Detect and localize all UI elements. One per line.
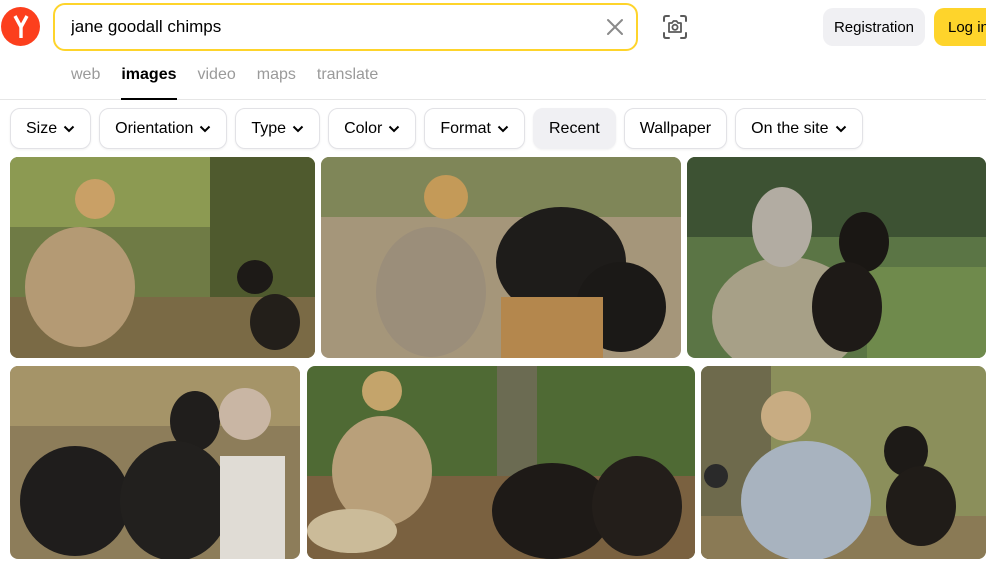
tab-translate[interactable]: translate: [317, 60, 378, 100]
image-result[interactable]: [687, 157, 986, 358]
chevron-down-icon: [835, 125, 846, 132]
chevron-down-icon: [200, 125, 211, 132]
filter-label: On the site: [751, 119, 829, 137]
image-result[interactable]: [307, 366, 695, 559]
tab-maps[interactable]: maps: [257, 60, 296, 100]
registration-button[interactable]: Registration: [823, 8, 925, 46]
header: Registration Log in web images video map…: [0, 0, 986, 100]
filter-label: Size: [26, 119, 58, 137]
chevron-down-icon: [389, 125, 400, 132]
filter-on-the-site[interactable]: On the site: [735, 108, 863, 149]
camera-search-icon[interactable]: [660, 12, 690, 42]
image-result[interactable]: [10, 157, 315, 358]
search-tabs: web images video maps translate: [71, 60, 399, 100]
chevron-down-icon: [497, 125, 509, 132]
login-button[interactable]: Log in: [934, 8, 986, 46]
image-result[interactable]: [321, 157, 681, 358]
chevron-down-icon: [63, 125, 75, 132]
filter-recent[interactable]: Recent: [532, 108, 616, 149]
image-result[interactable]: [10, 366, 300, 559]
tab-images[interactable]: images: [121, 60, 177, 100]
search-box: [53, 3, 638, 51]
search-input[interactable]: [71, 5, 591, 49]
filter-format[interactable]: Format: [424, 108, 525, 149]
tab-video[interactable]: video: [198, 60, 236, 100]
filter-color[interactable]: Color: [328, 108, 417, 149]
filter-label: Wallpaper: [639, 119, 712, 137]
filter-label: Type: [251, 119, 287, 137]
image-result[interactable]: [701, 366, 986, 559]
filter-label: Orientation: [115, 119, 194, 137]
filter-size[interactable]: Size: [10, 108, 92, 149]
filter-label: Recent: [548, 119, 600, 137]
filter-bar: Size Orientation Type Color Format Recen…: [10, 108, 863, 150]
filter-wallpaper[interactable]: Wallpaper: [623, 108, 728, 149]
close-icon[interactable]: [605, 17, 625, 37]
yandex-logo-icon[interactable]: [1, 7, 40, 46]
tab-web[interactable]: web: [71, 60, 100, 100]
filter-label: Color: [344, 119, 383, 137]
filter-type[interactable]: Type: [235, 108, 321, 149]
chevron-down-icon: [292, 125, 304, 132]
filter-orientation[interactable]: Orientation: [99, 108, 228, 149]
filter-label: Format: [440, 119, 491, 137]
